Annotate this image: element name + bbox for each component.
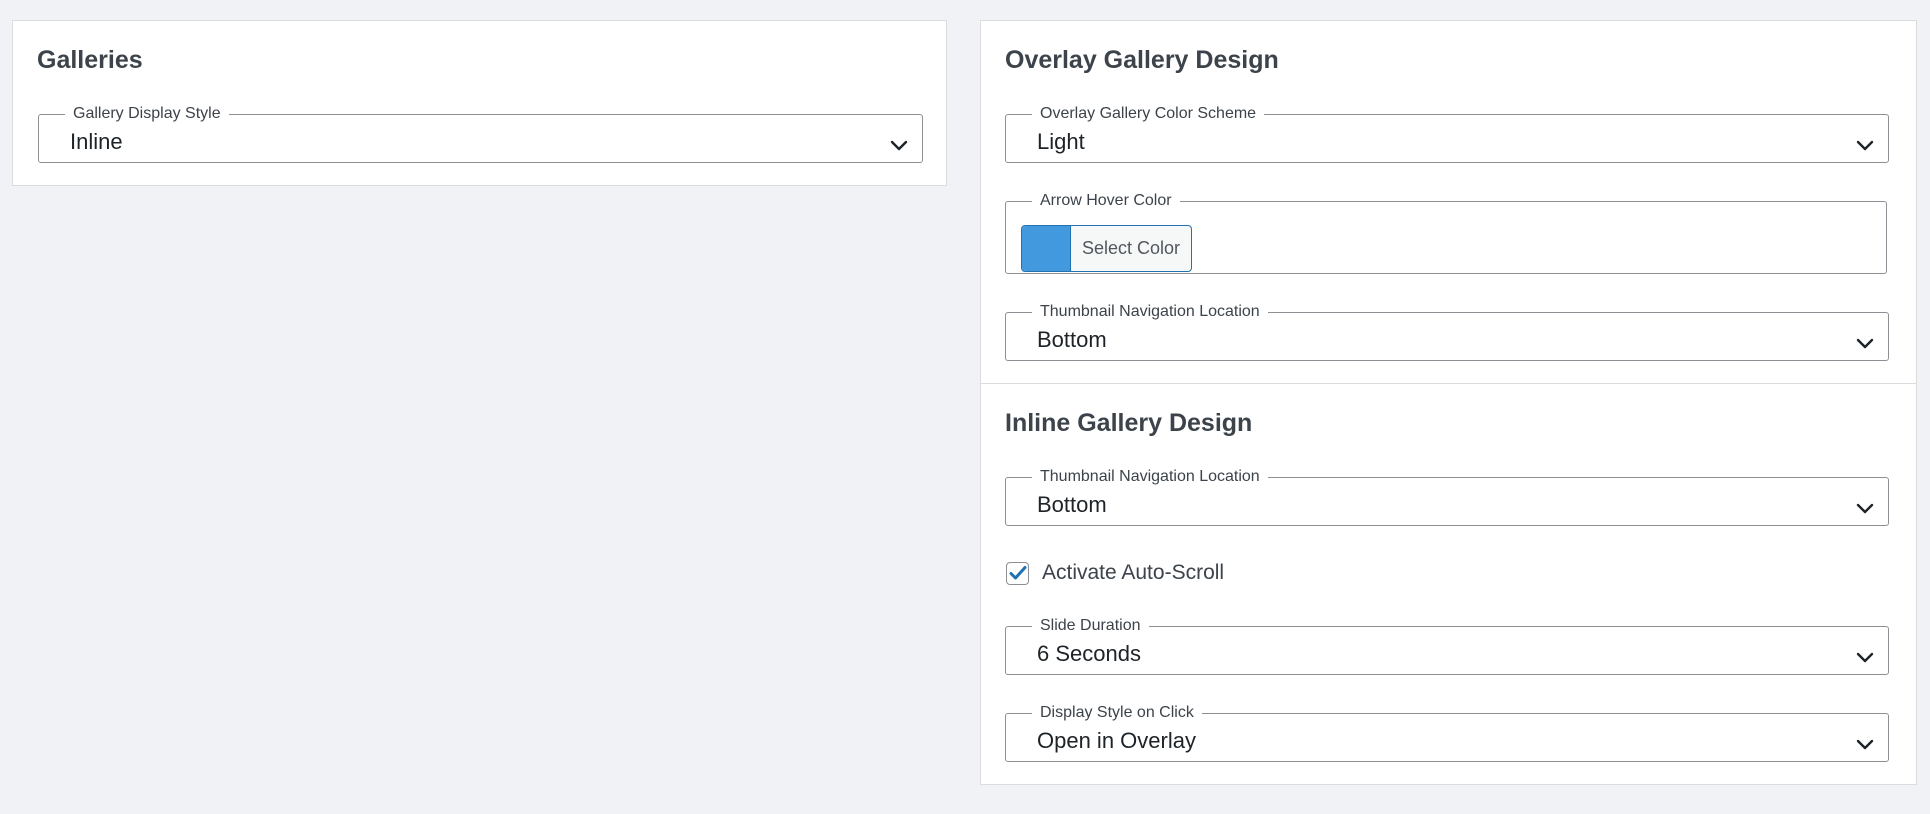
auto-scroll-checkbox[interactable] [1006, 561, 1029, 585]
arrow-hover-color-label: Arrow Hover Color [1040, 192, 1172, 209]
chevron-down-icon [1856, 737, 1874, 751]
select-color-label: Select Color [1081, 238, 1181, 258]
checkmark-icon [1009, 566, 1026, 580]
color-swatch [1022, 226, 1071, 271]
section-divider [981, 383, 1916, 384]
slide-duration-select[interactable]: Slide Duration 6 Seconds [1005, 618, 1889, 675]
overlay-gallery-design-title: Overlay Gallery Design [1005, 46, 1279, 74]
inline-gallery-design-title: Inline Gallery Design [1005, 409, 1253, 437]
arrow-hover-color-field: Arrow Hover Color Select Color [1005, 193, 1887, 274]
inline-thumbnail-nav-select[interactable]: Thumbnail Navigation Location Bottom [1005, 469, 1889, 526]
overlay-thumbnail-nav-select[interactable]: Thumbnail Navigation Location Bottom [1005, 304, 1889, 361]
gallery-display-style-value: Inline [70, 129, 123, 154]
chevron-down-icon [890, 138, 908, 152]
overlay-color-scheme-select[interactable]: Overlay Gallery Color Scheme Light [1005, 106, 1889, 163]
inline-thumbnail-nav-value: Bottom [1037, 492, 1107, 517]
chevron-down-icon [1856, 650, 1874, 664]
auto-scroll-label: Activate Auto-Scroll [1042, 561, 1225, 584]
gallery-display-style-select[interactable]: Gallery Display Style Inline [38, 106, 923, 163]
overlay-color-scheme-value: Light [1037, 129, 1085, 154]
inline-thumbnail-nav-label: Thumbnail Navigation Location [1040, 468, 1260, 485]
chevron-down-icon [1856, 138, 1874, 152]
gallery-design-panel: Overlay Gallery Design Overlay Gallery C… [980, 20, 1917, 785]
chevron-down-icon [1856, 336, 1874, 350]
display-style-on-click-label: Display Style on Click [1040, 704, 1194, 721]
overlay-thumbnail-nav-value: Bottom [1037, 327, 1107, 352]
auto-scroll-option[interactable]: Activate Auto-Scroll [1006, 561, 1224, 585]
select-color-button[interactable]: Select Color [1021, 225, 1192, 272]
slide-duration-value: 6 Seconds [1037, 641, 1141, 666]
overlay-color-scheme-label: Overlay Gallery Color Scheme [1040, 105, 1257, 122]
display-style-on-click-select[interactable]: Display Style on Click Open in Overlay [1005, 705, 1889, 762]
chevron-down-icon [1856, 501, 1874, 515]
slide-duration-label: Slide Duration [1040, 617, 1141, 634]
display-style-on-click-value: Open in Overlay [1037, 728, 1196, 753]
galleries-title: Galleries [37, 46, 143, 74]
gallery-display-style-label: Gallery Display Style [73, 105, 221, 122]
overlay-thumbnail-nav-label: Thumbnail Navigation Location [1040, 303, 1260, 320]
galleries-panel: Galleries Gallery Display Style Inline [12, 20, 947, 186]
